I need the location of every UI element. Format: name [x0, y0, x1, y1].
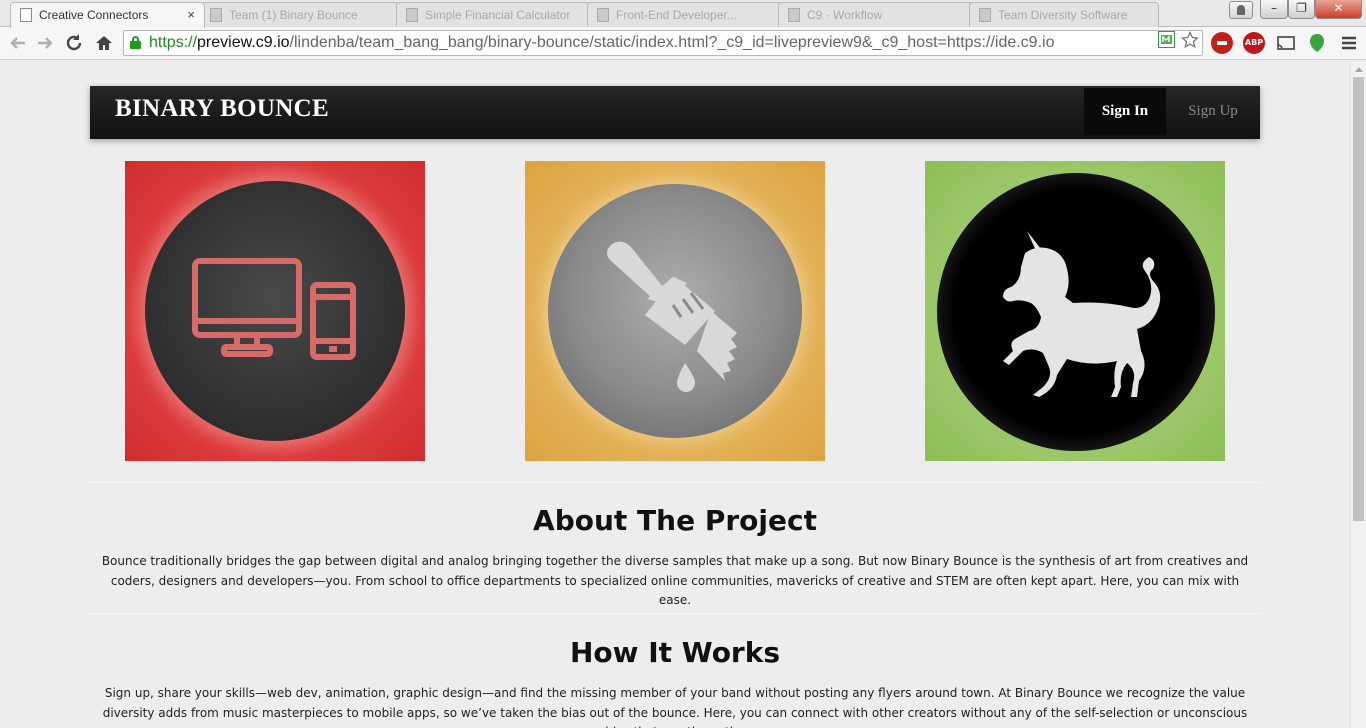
page-icon [597, 8, 609, 22]
forward-button[interactable] [33, 31, 57, 55]
about-title: About The Project [533, 504, 817, 537]
sign-in-link[interactable]: Sign In [1084, 88, 1166, 135]
reload-icon [66, 34, 82, 51]
page-viewport: BINARY BOUNCE Sign In Sign Up About The … [0, 61, 1350, 728]
home-button[interactable] [92, 31, 116, 55]
profile-button[interactable] [1229, 1, 1253, 19]
scroll-up-icon[interactable] [1355, 67, 1363, 72]
about-body: Bounce traditionally bridges the gap bet… [101, 554, 1249, 607]
devices-tile[interactable] [125, 161, 425, 461]
site-navbar: BINARY BOUNCE Sign In Sign Up [90, 86, 1260, 139]
cast-icon[interactable] [1275, 32, 1297, 54]
back-arrow-icon [10, 37, 25, 49]
computer-phone-icon [192, 258, 356, 360]
page-icon [20, 8, 32, 22]
url-path: /lindenba/team_bang_bang/binary-bounce/s… [289, 34, 1055, 51]
design-tile[interactable] [525, 161, 825, 461]
tab-title: Team Diversity Software [998, 8, 1128, 22]
menu-icon[interactable] [1338, 32, 1360, 54]
tab-financial-calculator[interactable]: Simple Financial Calculator [396, 2, 591, 27]
tab-title: Simple Financial Calculator [425, 8, 571, 22]
back-button[interactable] [6, 31, 30, 55]
reload-button[interactable] [62, 31, 86, 55]
page-icon [979, 8, 991, 22]
browser-tab-bar: Creative Connectors × Team (1) Binary Bo… [0, 0, 1366, 28]
tab-team-diversity[interactable]: Team Diversity Software [969, 2, 1159, 27]
page-icon [210, 8, 222, 22]
minimize-button[interactable]: – [1260, 0, 1288, 19]
forward-arrow-icon [38, 37, 53, 49]
tab-title: Team (1) Binary Bounce [229, 8, 358, 22]
ublock-icon[interactable] [1211, 32, 1233, 54]
c9-extension-icon[interactable] [1158, 31, 1175, 48]
creative-tile[interactable] [925, 161, 1225, 461]
tab-title: Front-End Developer... [616, 8, 737, 22]
home-icon [96, 36, 112, 50]
bookmark-star-icon[interactable] [1181, 31, 1198, 48]
tab-close-icon[interactable]: × [187, 7, 195, 22]
section-divider [90, 482, 1260, 483]
evernote-icon[interactable] [1306, 32, 1328, 54]
url-host: preview.c9.io [197, 34, 290, 51]
how-title: How It Works [569, 636, 781, 669]
sign-up-link[interactable]: Sign Up [1174, 88, 1252, 135]
scrollbar-thumb[interactable] [1353, 77, 1364, 521]
maximize-button[interactable]: ❐ [1288, 0, 1315, 19]
site-brand[interactable]: BINARY BOUNCE [115, 95, 329, 123]
section-divider [90, 613, 1260, 614]
page-icon [406, 8, 418, 22]
page-scrollbar[interactable] [1350, 61, 1366, 728]
adblock-plus-icon[interactable]: ABP [1243, 32, 1265, 54]
page-icon [788, 8, 800, 22]
tab-c9-workflow[interactable]: C9 · Workflow [778, 2, 973, 27]
tab-front-end-developer[interactable]: Front-End Developer... [587, 2, 782, 27]
tab-title: C9 · Workflow [807, 8, 883, 22]
unicorn-icon [1003, 231, 1161, 397]
paintbrush-icon [607, 241, 737, 392]
how-body: Sign up, share your skills—web dev, anim… [102, 686, 1248, 728]
browser-toolbar: https://preview.c9.io/lindenba/team_bang… [0, 27, 1366, 60]
user-icon [1237, 5, 1245, 15]
close-window-button[interactable]: ✕ [1315, 0, 1362, 19]
tab-binary-bounce[interactable]: Team (1) Binary Bounce [200, 2, 400, 27]
tab-title: Creative Connectors [39, 8, 149, 22]
tab-creative-connectors[interactable]: Creative Connectors × [10, 2, 205, 28]
address-bar[interactable]: https://preview.c9.io/lindenba/team_bang… [123, 30, 1203, 56]
url-scheme: https:// [149, 34, 198, 51]
lock-icon [130, 36, 141, 49]
